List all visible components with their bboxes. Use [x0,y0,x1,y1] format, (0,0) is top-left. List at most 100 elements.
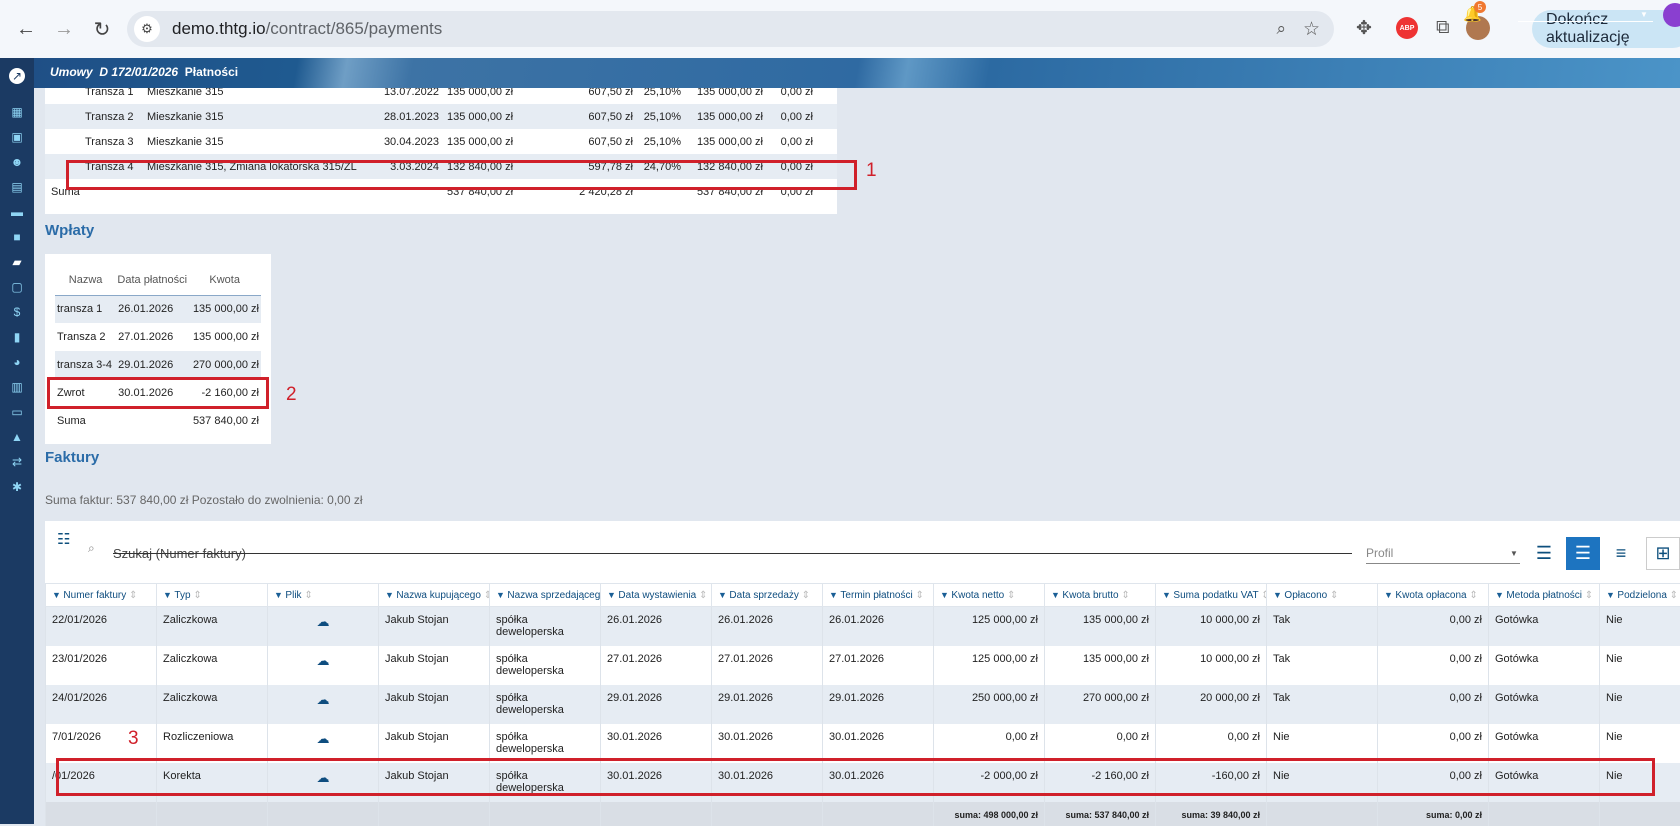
profile-dropdown[interactable]: Profil [1366,546,1393,560]
view-standard-icon[interactable]: ☰ [1566,537,1600,570]
sort-icon[interactable]: ⇕ [191,590,202,601]
sort-icon[interactable]: ⇕ [481,590,490,601]
chevron-down-icon[interactable]: ▼ [1640,10,1648,19]
site-info-icon[interactable]: ⚙ [134,16,160,42]
sort-icon[interactable]: ⇕ [1258,590,1266,601]
tranche-row[interactable]: Transza 3Mieszkanie 31530.04.2023135 000… [45,129,837,154]
adblock-icon[interactable]: ABP [1396,17,1418,39]
profile-select[interactable] [1518,21,1653,22]
column-header[interactable]: ▼ Data sprzedaży ⇕ [712,584,823,607]
sort-icon[interactable]: ⇕ [696,590,707,601]
filter-icon[interactable]: ▼ [163,590,174,600]
users-icon[interactable]: ☻ [9,154,25,170]
column-header[interactable]: ▼ Podzielona ⇕ [1600,584,1680,607]
puzzle-icon[interactable]: ⧉ [1436,17,1450,39]
invoice-row[interactable]: 22/01/2026Zaliczkowa☁Jakub Stojanspółka … [46,607,1680,646]
column-header[interactable]: ▼ Nazwa sprzedającego ⇕ [490,584,601,607]
bookmark-star-icon[interactable]: ☆ [1303,18,1320,41]
app-logo-icon[interactable]: ↗ [9,68,25,84]
warning-icon[interactable]: ▲ [9,429,25,445]
sort-icon[interactable]: ⇕ [1667,590,1678,601]
view-grid-icon[interactable]: ⊞ [1646,537,1680,570]
filter-icon[interactable]: ▼ [829,590,840,600]
dollar-icon[interactable]: $ [9,304,25,320]
filter-icon[interactable]: ▼ [1162,590,1173,600]
payment-row[interactable]: transza 3-429.01.2026270 000,00 zł [55,351,261,379]
folder-icon[interactable]: ▰ [9,254,25,270]
briefcase-icon[interactable]: ■ [9,229,25,245]
document-icon[interactable]: ▮ [9,329,25,345]
column-header[interactable]: ▼ Kwota opłacona ⇕ [1378,584,1489,607]
pie-chart-icon[interactable]: ◕ [9,354,25,370]
view-list-icon[interactable]: ≡ [1604,537,1638,570]
column-header[interactable]: ▼ Kwota brutto ⇕ [1045,584,1156,607]
filter-icon[interactable]: ▼ [385,590,396,600]
filter-icon[interactable]: ▼ [607,590,618,600]
col-kwota[interactable]: Kwota [188,265,261,295]
card-icon[interactable]: ▭ [9,404,25,420]
filter-icon[interactable]: ▼ [1273,590,1284,600]
sort-icon[interactable]: ⇕ [302,590,313,601]
column-header[interactable]: ▼ Numer faktury ⇕ [46,584,157,607]
profile-chevron-icon[interactable]: ▼ [1510,549,1518,558]
tranche-row[interactable]: Transza 2Mieszkanie 31528.01.2023135 000… [45,104,837,129]
sort-icon[interactable]: ⇕ [1582,590,1593,601]
invoice-row[interactable]: 7/01/2026Rozliczeniowa☁Jakub Stojanspółk… [46,724,1680,763]
column-header[interactable]: ▼ Opłacono ⇕ [1267,584,1378,607]
bar-chart-icon[interactable]: ▥ [9,379,25,395]
zoom-icon[interactable]: ⌕ [1276,19,1286,39]
invoice-row[interactable]: 23/01/2026Zaliczkowa☁Jakub Stojanspółka … [46,646,1680,685]
column-header[interactable]: ▼ Metoda płatności ⇕ [1489,584,1600,607]
column-header[interactable]: ▼ Typ ⇕ [157,584,268,607]
sort-icon[interactable]: ⇕ [126,590,137,601]
user-avatar[interactable] [1663,3,1680,27]
sort-icon[interactable]: ⇕ [1327,590,1338,601]
filter-icon[interactable]: ▼ [52,590,63,600]
filter-icon[interactable]: ▼ [1495,590,1506,600]
invoice-row[interactable]: 24/01/2026Zaliczkowa☁Jakub Stojanspółka … [46,685,1680,724]
column-header[interactable]: ▼ Data wystawienia ⇕ [601,584,712,607]
sort-icon[interactable]: ⇕ [1004,590,1015,601]
column-header[interactable]: ▼ Kwota netto ⇕ [934,584,1045,607]
extension-icon[interactable]: ✥ [1356,17,1372,40]
cloud-download-icon[interactable]: ☁ [317,653,330,668]
invoice-split: Nie [1600,607,1680,646]
view-compact-icon[interactable]: ☰ [1527,537,1561,570]
dashboard-icon[interactable]: ▦ [9,104,25,120]
transfer-icon[interactable]: ⇄ [9,454,25,470]
payment-row[interactable]: Transza 227.01.2026135 000,00 zł [55,323,261,351]
column-header[interactable]: ▼ Termin płatności ⇕ [823,584,934,607]
update-button[interactable]: Dokończ aktualizację [1532,10,1680,48]
filter-icon[interactable]: ▼ [496,590,507,600]
col-nazwa[interactable]: Nazwa [55,265,116,295]
store-icon[interactable]: ▬ [9,204,25,220]
column-header[interactable]: ▼ Suma podatku VAT ⇕ [1156,584,1267,607]
cloud-download-icon[interactable]: ☁ [317,692,330,707]
inbox-icon[interactable]: ▢ [9,279,25,295]
sort-icon[interactable]: ⇕ [799,590,810,601]
forward-icon[interactable]: → [52,17,76,41]
payment-row[interactable]: transza 126.01.2026135 000,00 zł [55,295,261,323]
sort-icon[interactable]: ⇕ [1467,590,1478,601]
cloud-download-icon[interactable]: ☁ [317,731,330,746]
column-header[interactable]: ▼ Nazwa kupującego ⇕ [379,584,490,607]
back-icon[interactable]: ← [14,17,38,41]
filter-icon[interactable]: ▼ [1051,590,1062,600]
filter-icon[interactable]: ▼ [718,590,729,600]
sort-icon[interactable]: ⇕ [1119,590,1130,601]
settings-icon[interactable]: ✱ [9,479,25,495]
filter-icon[interactable]: ▼ [274,590,285,600]
column-settings-icon[interactable]: ☷ [57,530,70,548]
calendar-icon[interactable]: ▣ [9,129,25,145]
address-bar[interactable]: ⚙ demo.thtg.io/contract/865/payments ⌕ ☆ [127,11,1334,47]
filter-icon[interactable]: ▼ [940,590,951,600]
filter-icon[interactable]: ▼ [1384,590,1395,600]
cloud-download-icon[interactable]: ☁ [317,614,330,629]
reload-icon[interactable]: ↻ [90,17,114,41]
sort-icon[interactable]: ⇕ [913,590,924,601]
building-icon[interactable]: ▤ [9,179,25,195]
tranche-row[interactable]: Transza 1Mieszkanie 31513.07.2022135 000… [45,88,837,104]
column-header[interactable]: ▼ Plik ⇕ [268,584,379,607]
filter-icon[interactable]: ▼ [1606,590,1617,600]
col-data-platnosci[interactable]: Data płatności [116,265,188,295]
